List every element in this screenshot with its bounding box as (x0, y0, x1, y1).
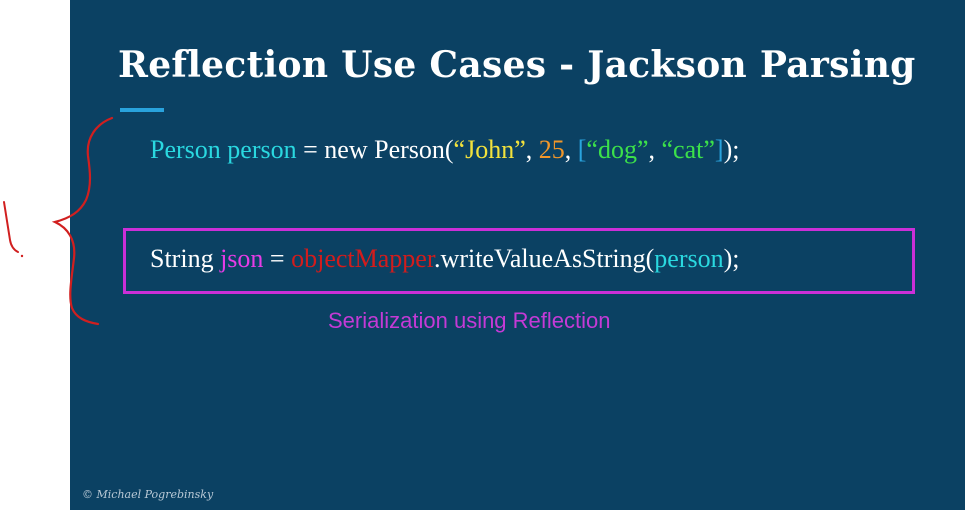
code-token: String (150, 244, 214, 273)
title-underline (120, 108, 164, 112)
code-token: “dog” (586, 135, 649, 164)
slide: Reflection Use Cases - Jackson Parsing P… (70, 0, 965, 510)
code-token: = (303, 135, 318, 164)
code-line-person: Person person = new Person(“John”, 25, [… (150, 135, 739, 165)
code-token: , (564, 135, 572, 164)
copyright: © Michael Pogrebinsky (82, 488, 214, 501)
code-token: 25 (538, 135, 565, 164)
code-token: Person( (374, 135, 454, 164)
code-token: objectMapper (291, 244, 435, 273)
code-token: ); (723, 135, 740, 164)
code-token: ] (714, 135, 724, 164)
caption: Serialization using Reflection (328, 308, 611, 333)
code-token: “cat” (661, 135, 715, 164)
code-token: .writeValueAsString( (434, 244, 655, 273)
code-token: ); (723, 244, 740, 273)
code-token: = (269, 244, 285, 273)
handwritten-mark (3, 201, 19, 253)
handwritten-dot (20, 254, 24, 258)
code-token: json (220, 244, 264, 273)
code-token: Person (150, 135, 221, 164)
code-line-json: String json = objectMapper.writeValueAsS… (150, 244, 740, 274)
code-token: person (227, 135, 297, 164)
code-token: , (525, 135, 533, 164)
code-token: new (324, 135, 368, 164)
code-token: , (648, 135, 656, 164)
code-token: “John” (453, 135, 526, 164)
code-token: person (654, 244, 724, 273)
slide-title: Reflection Use Cases - Jackson Parsing (118, 44, 916, 86)
